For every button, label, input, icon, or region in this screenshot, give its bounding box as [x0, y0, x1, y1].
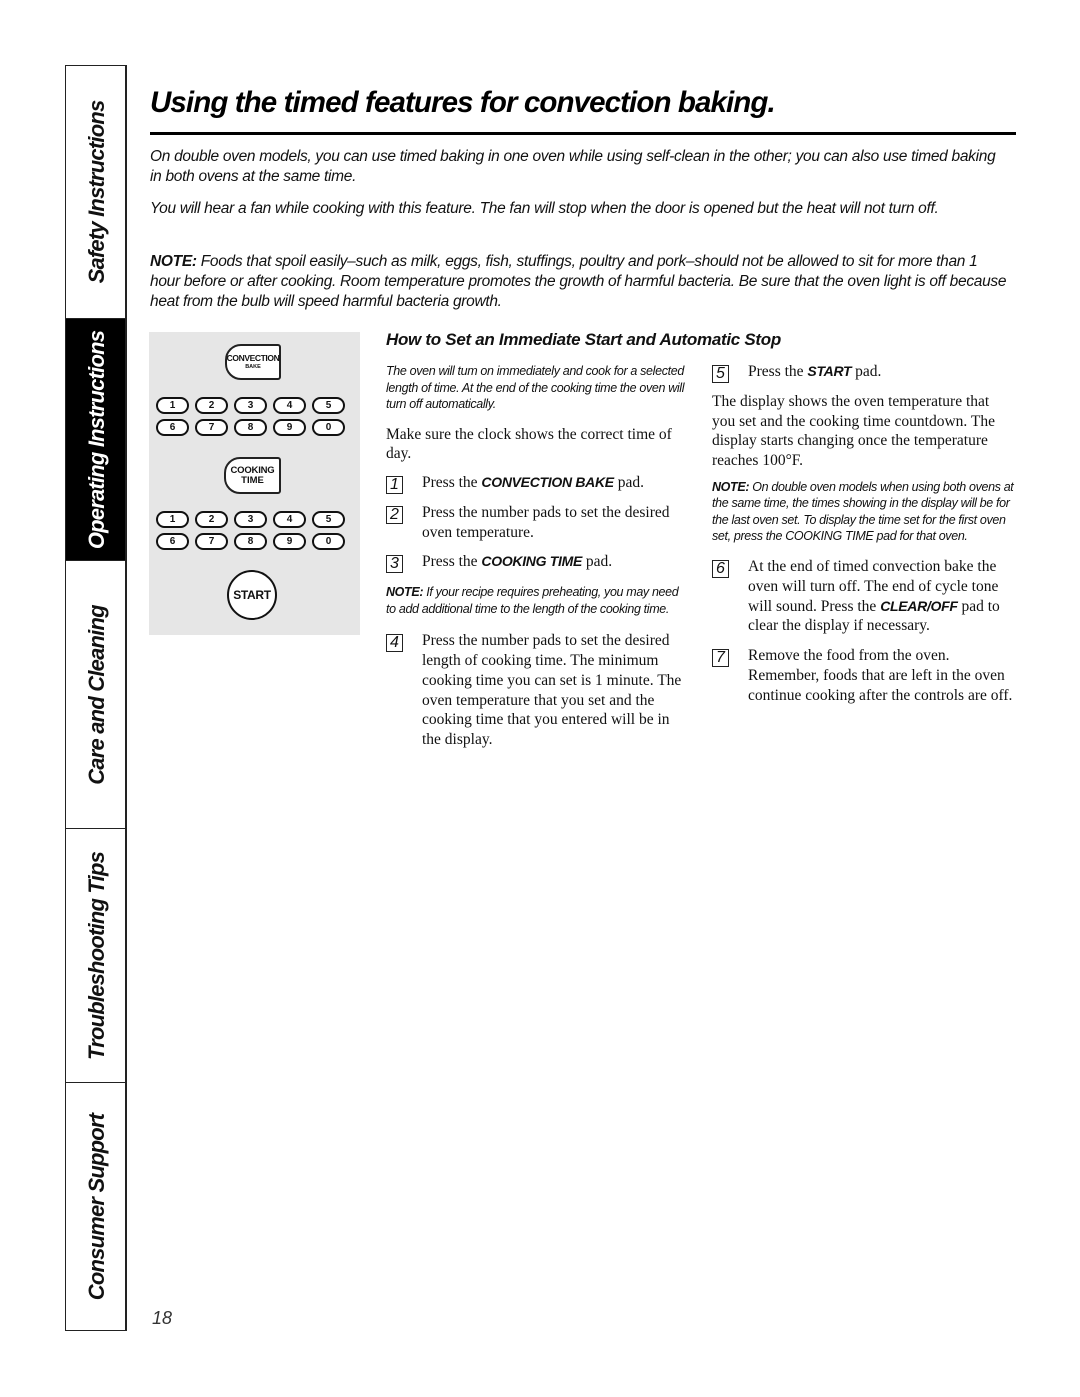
- step-text: pad.: [613, 474, 644, 492]
- number-pads-1: 1 2 3 4 5 6 7 8 9 0: [156, 397, 345, 436]
- convection-bake-pad[interactable]: CONVECTION BAKE: [225, 344, 281, 380]
- step-text: Press the: [422, 474, 482, 492]
- note-text: On double oven models when using both ov…: [712, 479, 1014, 544]
- note-label: NOTE:: [150, 253, 197, 270]
- food-safety-note: NOTE: Foods that spoil easily–such as mi…: [150, 252, 1010, 312]
- step-4: 4 Press the number pads to set the desir…: [386, 631, 688, 750]
- keyword: CLEAR/OFF: [880, 597, 958, 614]
- step-number: 5: [712, 365, 729, 383]
- intro-paragraph-2: You will hear a fan while cooking with t…: [150, 200, 939, 217]
- cooking-time-pad[interactable]: COOKING TIME: [224, 457, 281, 494]
- instructions-column-1: The oven will tum on immediately and coo…: [386, 363, 688, 750]
- number-pad[interactable]: 3: [234, 511, 267, 528]
- preheat-note: NOTE: If your recipe requires preheating…: [386, 584, 686, 617]
- step-2: 2 Press the number pads to set the desir…: [386, 503, 688, 543]
- tab-label: Troubleshooting Tips: [83, 851, 109, 1060]
- number-pad[interactable]: 8: [234, 419, 267, 436]
- pad-label: CONVECTION: [226, 353, 280, 363]
- instructions-column-2: 5 Press the START pad. The display shows…: [712, 362, 1018, 706]
- step-text: Press the number pads to set the desired…: [422, 632, 682, 749]
- clock-note: Make sure the clock shows the correct ti…: [386, 425, 672, 463]
- section-tabs: Safety Instructions Operating Instructio…: [65, 65, 127, 1331]
- number-pad[interactable]: 7: [195, 419, 228, 436]
- number-pad[interactable]: 6: [156, 419, 189, 436]
- step-text: Press the: [748, 363, 808, 380]
- step-3: 3 Press the COOKING TIME pad.: [386, 552, 688, 574]
- step-text: pad.: [582, 553, 613, 571]
- number-pad[interactable]: 6: [156, 533, 189, 550]
- step-number: 1: [386, 476, 403, 495]
- step-number: 6: [712, 559, 729, 578]
- sidebar-divider: [125, 65, 127, 1331]
- step-text: pad.: [851, 363, 882, 380]
- start-pad[interactable]: START: [227, 570, 277, 620]
- page-number: 18: [152, 1308, 173, 1328]
- step-number: 7: [712, 649, 729, 668]
- number-pads-2: 1 2 3 4 5 6 7 8 9 0: [156, 511, 345, 550]
- number-pad[interactable]: 2: [195, 511, 228, 528]
- keyword: START: [807, 363, 852, 379]
- pad-label: BAKE: [245, 363, 261, 370]
- step-number: 3: [386, 555, 403, 574]
- number-pad[interactable]: 1: [156, 397, 189, 414]
- keyword: CONVECTION BAKE: [481, 474, 614, 491]
- number-pad[interactable]: 0: [312, 533, 345, 550]
- note-label: NOTE:: [712, 479, 750, 494]
- step-text: Press the: [422, 553, 482, 571]
- number-pad[interactable]: 3: [234, 397, 267, 414]
- step-text: Remove the food from the oven. Remember,…: [748, 647, 1013, 704]
- number-pad[interactable]: 4: [273, 397, 306, 414]
- section-heading: How to Set an Immediate Start and Automa…: [386, 330, 781, 349]
- number-pad[interactable]: 1: [156, 511, 189, 528]
- tab-care-and-cleaning[interactable]: Care and Cleaning: [66, 561, 127, 829]
- number-pad[interactable]: 7: [195, 533, 228, 550]
- number-pad[interactable]: 9: [273, 533, 306, 550]
- pad-label: TIME: [241, 475, 264, 486]
- note-text: Foods that spoil easily–such as milk, eg…: [150, 253, 1007, 310]
- tab-label: Care and Cleaning: [83, 604, 109, 785]
- step-5: 5 Press the START pad.: [712, 362, 1018, 383]
- step-6: 6 At the end of timed convection bake th…: [712, 557, 1018, 636]
- double-oven-note: NOTE: On double oven models when using b…: [712, 479, 1017, 545]
- step-number: 2: [386, 505, 403, 524]
- number-pad[interactable]: 5: [312, 397, 345, 414]
- note-label: NOTE:: [386, 585, 424, 600]
- title-rule: [150, 132, 1016, 135]
- pad-label: COOKING: [230, 464, 275, 476]
- step-text: Press the number pads to set the desired…: [422, 503, 670, 541]
- number-pad[interactable]: 2: [195, 397, 228, 414]
- tab-label: Safety Instructions: [83, 100, 109, 284]
- step-1: 1 Press the CONVECTION BAKE pad.: [386, 473, 688, 495]
- tab-label: Operating Instructions: [83, 330, 109, 549]
- page-title: Using the timed features for convection …: [150, 86, 776, 119]
- tab-label: Consumer Support: [83, 1113, 109, 1301]
- intro-paragraph-1: On double oven models, you can use timed…: [150, 148, 996, 185]
- note-text: If your recipe requires preheating, you …: [386, 585, 679, 616]
- number-pad[interactable]: 5: [312, 511, 345, 528]
- number-pad[interactable]: 0: [312, 419, 345, 436]
- lead-text: The oven will tum on immediately and coo…: [386, 364, 685, 411]
- tab-consumer-support[interactable]: Consumer Support: [66, 1083, 127, 1331]
- number-pad[interactable]: 9: [273, 419, 306, 436]
- step-7: 7 Remove the food from the oven. Remembe…: [712, 646, 1018, 705]
- keyword: COOKING TIME: [481, 553, 583, 570]
- step-number: 4: [386, 634, 403, 653]
- tab-troubleshooting-tips[interactable]: Troubleshooting Tips: [66, 829, 127, 1083]
- tab-operating-instructions[interactable]: Operating Instructions: [66, 319, 127, 561]
- display-description: The display shows the oven temperature t…: [712, 392, 995, 470]
- number-pad[interactable]: 4: [273, 511, 306, 528]
- number-pad[interactable]: 8: [234, 533, 267, 550]
- tab-safety-instructions[interactable]: Safety Instructions: [66, 66, 127, 319]
